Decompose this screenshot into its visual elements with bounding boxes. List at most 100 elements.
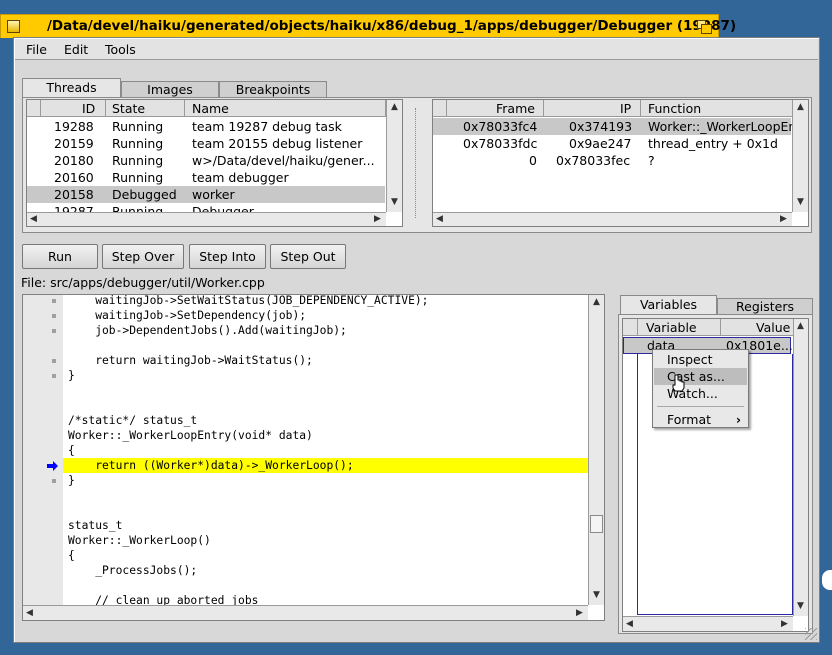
source-line[interactable]: { — [23, 548, 604, 563]
table-row[interactable]: 0 0x78033fec ? — [433, 152, 791, 169]
threads-horizontal-scrollbar[interactable]: ◀ ▶ — [27, 212, 386, 226]
source-line[interactable]: { — [23, 443, 604, 458]
breakpoint-dot-icon[interactable] — [52, 359, 56, 363]
source-line[interactable]: waitingJob->SetDependency(job); — [23, 308, 604, 323]
source-line-current[interactable]: return ((Worker*)data)->_WorkerLoop(); — [63, 458, 604, 473]
source-line[interactable] — [23, 383, 604, 398]
scroll-left-arrow-icon[interactable]: ◀ — [30, 215, 37, 224]
source-line[interactable]: } — [23, 473, 604, 488]
source-horizontal-scrollbar[interactable]: ◀ ▶ — [23, 605, 588, 620]
breakpoint-dot-icon[interactable] — [52, 299, 56, 303]
variables-vertical-scrollbar[interactable]: ▲ ▼ — [793, 319, 808, 616]
instruction-pointer-arrow-icon — [47, 461, 58, 471]
scroll-down-arrow-icon[interactable]: ▼ — [797, 198, 804, 207]
stack-trace-list[interactable]: Frame IP Function 0x78033fc4 0x374193 Wo… — [432, 99, 809, 227]
scroll-left-arrow-icon[interactable]: ◀ — [26, 609, 33, 618]
variables-horizontal-scrollbar[interactable]: ◀ ▶ — [623, 616, 793, 631]
source-line[interactable]: waitingJob->SetWaitStatus(JOB_DEPENDENCY… — [23, 295, 604, 308]
thread-name: w>/Data/devel/haiku/gener... — [192, 153, 375, 168]
table-row[interactable]: 0x78033fdc 0x9ae247 thread_entry + 0x1d — [433, 135, 791, 152]
scroll-down-arrow-icon[interactable]: ▼ — [391, 198, 398, 207]
scroll-up-arrow-icon[interactable]: ▲ — [797, 322, 804, 331]
source-line[interactable]: status_t — [23, 518, 604, 533]
step-into-button[interactable]: Step Into — [189, 244, 266, 269]
scroll-right-arrow-icon[interactable]: ▶ — [781, 620, 788, 629]
source-line[interactable]: /*static*/ status_t — [23, 413, 604, 428]
tab-threads[interactable]: Threads — [22, 78, 121, 98]
scroll-up-arrow-icon[interactable]: ▲ — [797, 103, 804, 112]
source-line[interactable]: job->DependentJobs().Add(waitingJob); — [23, 323, 604, 338]
scrollbar-thumb[interactable] — [590, 515, 603, 533]
breakpoint-dot-icon[interactable] — [52, 314, 56, 318]
source-vertical-scrollbar[interactable]: ▲ ▼ — [588, 295, 604, 605]
run-button[interactable]: Run — [22, 244, 98, 269]
breakpoint-dot-icon[interactable] — [52, 329, 56, 333]
menu-item-watch[interactable]: Watch... — [654, 385, 747, 402]
tab-variables[interactable]: Variables — [620, 295, 717, 315]
source-line[interactable] — [23, 503, 604, 518]
scroll-right-arrow-icon[interactable]: ▶ — [374, 215, 381, 224]
source-line[interactable]: return waitingJob->WaitStatus(); — [23, 353, 604, 368]
threads-list[interactable]: ID State Name 19288 Running team 19287 d… — [26, 99, 403, 227]
scroll-right-arrow-icon[interactable]: ▶ — [780, 215, 787, 224]
menu-file[interactable]: File — [26, 42, 47, 57]
menu-tools[interactable]: Tools — [105, 42, 136, 57]
source-line[interactable]: } — [23, 368, 604, 383]
menu-item-cast-as[interactable]: Cast as... — [654, 368, 747, 385]
source-line[interactable] — [23, 398, 604, 413]
menu-edit[interactable]: Edit — [64, 42, 88, 57]
column-header-state[interactable]: State — [112, 101, 145, 116]
scroll-left-arrow-icon[interactable]: ◀ — [626, 620, 633, 629]
column-header-function[interactable]: Function — [648, 101, 701, 116]
step-out-button[interactable]: Step Out — [270, 244, 346, 269]
close-window-button[interactable] — [7, 20, 20, 33]
column-header-ip[interactable]: IP — [620, 101, 631, 116]
scroll-down-arrow-icon[interactable]: ▼ — [593, 591, 600, 600]
source-line[interactable] — [23, 578, 604, 593]
scroll-up-arrow-icon[interactable]: ▲ — [593, 298, 600, 307]
column-header-value[interactable]: Value — [756, 320, 790, 335]
breakpoint-dot-icon[interactable] — [52, 479, 56, 483]
tab-registers[interactable]: Registers — [717, 298, 813, 315]
zoom-window-button[interactable] — [697, 20, 712, 34]
scroll-up-arrow-icon[interactable]: ▲ — [391, 103, 398, 112]
column-header-name[interactable]: Name — [192, 101, 229, 116]
scroll-left-arrow-icon[interactable]: ◀ — [436, 215, 443, 224]
tab-images[interactable]: Images — [121, 81, 219, 98]
resize-grip-icon[interactable] — [805, 628, 817, 640]
menu-item-format[interactable]: Format › — [654, 411, 747, 428]
source-line-text: _ProcessJobs(); — [68, 564, 198, 577]
breakpoint-dot-icon[interactable] — [52, 374, 56, 378]
scroll-right-arrow-icon[interactable]: ▶ — [576, 609, 583, 618]
table-row-selected[interactable]: 20158 Debugged worker — [27, 186, 385, 203]
menu-item-inspect[interactable]: Inspect — [654, 351, 747, 368]
stack-horizontal-scrollbar[interactable]: ◀ ▶ — [433, 212, 792, 226]
variable-context-menu: Inspect Cast as... Watch... Format › — [652, 349, 749, 428]
table-row[interactable]: 19288 Running team 19287 debug task — [27, 118, 402, 135]
window-title-tab[interactable]: /Data/devel/haiku/generated/objects/haik… — [0, 14, 736, 38]
splitter-handle[interactable] — [415, 108, 419, 218]
scroll-down-arrow-icon[interactable]: ▼ — [797, 602, 804, 611]
thread-state: Running — [112, 170, 164, 185]
source-line[interactable] — [23, 488, 604, 503]
threads-vertical-scrollbar[interactable]: ▲ ▼ — [386, 100, 402, 212]
table-row[interactable]: 20160 Running team debugger — [27, 169, 402, 186]
column-header-variable[interactable]: Variable — [646, 320, 697, 335]
step-over-button[interactable]: Step Over — [102, 244, 184, 269]
source-line[interactable]: Worker::_WorkerLoopEntry(void* data) — [23, 428, 604, 443]
source-code-view[interactable]: waitingJob->SetWaitStatus(JOB_DEPENDENCY… — [22, 294, 605, 621]
table-row[interactable]: 20180 Running w>/Data/devel/haiku/gener.… — [27, 152, 402, 169]
source-line[interactable]: Worker::_WorkerLoop() — [23, 533, 604, 548]
table-row-selected[interactable]: 0x78033fc4 0x374193 Worker::_WorkerLoopE… — [433, 118, 793, 135]
tab-breakpoints[interactable]: Breakpoints — [219, 81, 327, 98]
frame-ip: 0x9ae247 — [569, 136, 632, 151]
source-line[interactable]: _ProcessJobs(); — [23, 563, 604, 578]
column-header-id[interactable]: ID — [82, 101, 95, 116]
table-row[interactable]: 20159 Running team 20155 debug listener — [27, 135, 402, 152]
column-header-frame[interactable]: Frame — [496, 101, 535, 116]
source-line-text: return ((Worker*)data)->_WorkerLoop(); — [68, 459, 354, 472]
submenu-arrow-icon: › — [735, 412, 741, 427]
variables-list-header: Variable Value — [623, 319, 808, 336]
stack-vertical-scrollbar[interactable]: ▲ ▼ — [792, 100, 808, 212]
source-line[interactable] — [23, 338, 604, 353]
